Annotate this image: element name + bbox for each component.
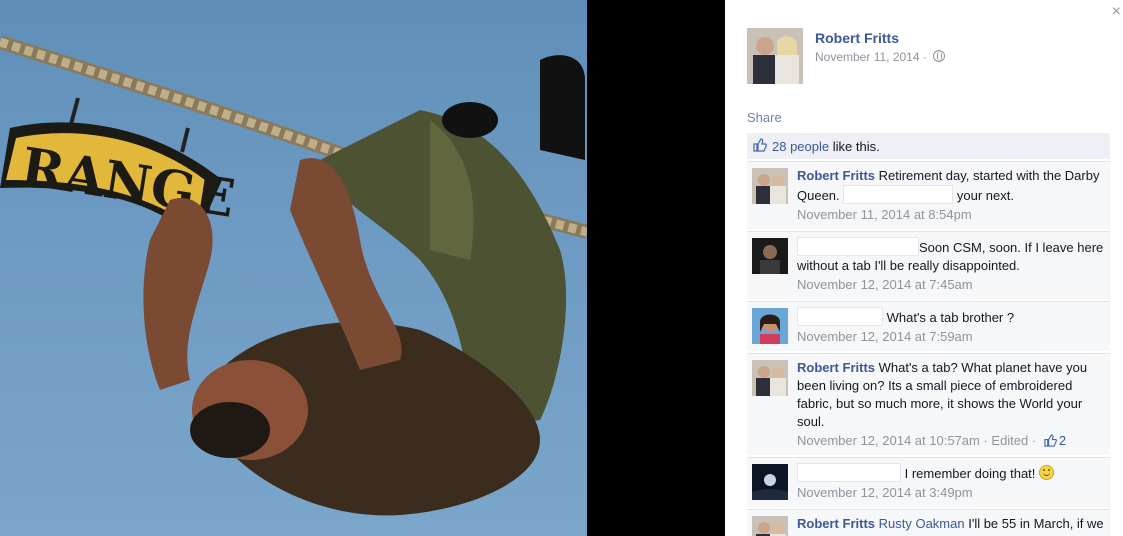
comment-text: I remember doing that!	[901, 466, 1040, 481]
globe-icon	[933, 50, 946, 62]
comment-time[interactable]: November 12, 2014 at 3:49pm	[797, 485, 973, 500]
photo-viewer: RANGE	[0, 0, 725, 536]
commenter-avatar[interactable]	[752, 168, 788, 204]
redacted-name	[843, 185, 954, 204]
comment-time[interactable]: November 12, 2014 at 7:45am	[797, 277, 973, 292]
post-photo[interactable]: RANGE	[0, 0, 587, 536]
comment-meta: November 12, 2014 at 3:49pm	[797, 484, 1104, 502]
comment-text: your next.	[953, 188, 1014, 203]
comment-time[interactable]: November 11, 2014 at 8:54pm	[797, 207, 972, 222]
post-sidebar: × Robert Fritts November 11, 2014 · Shar…	[725, 0, 1123, 536]
date-separator: ·	[922, 50, 927, 64]
commenter-avatar[interactable]	[752, 238, 788, 274]
avatar-image	[752, 464, 788, 500]
like-thumb-icon	[1044, 434, 1057, 447]
photo-illustration: RANGE	[0, 35, 587, 516]
comment-author[interactable]: Robert Fritts	[797, 516, 875, 531]
comment-text: What's a tab brother ?	[883, 310, 1015, 325]
close-icon[interactable]: ×	[1112, 4, 1121, 20]
likes-suffix: like this.	[829, 139, 880, 154]
comment-body: Soon CSM, soon. If I leave here without …	[797, 237, 1104, 275]
avatar-image	[747, 28, 803, 84]
likes-summary: 28 people like this.	[747, 133, 1110, 159]
comment-body: Robert Fritts Rusty Oakman I'll be 55 in…	[797, 515, 1104, 536]
comment-meta: November 12, 2014 at 10:57am · Edited · …	[797, 432, 1104, 450]
commenter-avatar[interactable]	[752, 308, 788, 344]
avatar-image	[752, 516, 788, 536]
post-date: November 11, 2014 ·	[815, 50, 946, 64]
comment: What's a tab brother ? November 12, 2014…	[747, 301, 1110, 351]
comment-time[interactable]: November 12, 2014 at 10:57am	[797, 433, 980, 448]
smile-emoji-icon	[1039, 465, 1055, 480]
comment-meta: November 11, 2014 at 8:54pm	[797, 206, 1104, 224]
edited-label[interactable]: · Edited ·	[980, 433, 1040, 448]
redacted-name	[797, 307, 883, 326]
avatar-image	[752, 238, 788, 274]
post-author[interactable]: Robert Fritts	[815, 30, 899, 46]
tagged-user[interactable]: Rusty Oakman	[879, 516, 965, 531]
comment: Robert Fritts What's a tab? What planet …	[747, 353, 1110, 455]
author-avatar[interactable]	[747, 28, 803, 84]
comment: Robert Fritts Retirement day, started wi…	[747, 161, 1110, 229]
comment-author[interactable]: Robert Fritts	[797, 360, 875, 375]
commenter-avatar[interactable]	[752, 360, 788, 396]
avatar-image	[752, 360, 788, 396]
like-thumb-icon	[753, 138, 767, 152]
comment-meta: November 12, 2014 at 7:45am	[797, 276, 1104, 294]
comment-body: Robert Fritts Retirement day, started wi…	[797, 167, 1104, 205]
post-date-text[interactable]: November 11, 2014	[815, 50, 920, 64]
comment-body: Robert Fritts What's a tab? What planet …	[797, 359, 1104, 431]
avatar-image	[752, 168, 788, 204]
likes-people-link[interactable]: 28 people	[772, 139, 829, 154]
likes-text: 28 people like this.	[772, 139, 880, 154]
commenter-avatar[interactable]	[752, 516, 788, 536]
avatar-image	[752, 308, 788, 344]
share-link[interactable]: Share	[747, 110, 782, 125]
comment-body: What's a tab brother ?	[797, 307, 1104, 327]
post-header: Robert Fritts November 11, 2014 ·	[747, 28, 1107, 84]
comment-meta: November 12, 2014 at 7:59am	[797, 328, 1104, 346]
comment: I remember doing that! November 12, 2014…	[747, 457, 1110, 507]
comment-like-count[interactable]: 2	[1059, 433, 1066, 448]
commenter-avatar[interactable]	[752, 464, 788, 500]
comment-list: Robert Fritts Retirement day, started wi…	[747, 161, 1110, 536]
comment-time[interactable]: November 12, 2014 at 7:59am	[797, 329, 973, 344]
redacted-name	[797, 237, 919, 256]
comment-author[interactable]: Robert Fritts	[797, 168, 875, 183]
redacted-name	[797, 463, 901, 482]
comment: Soon CSM, soon. If I leave here without …	[747, 231, 1110, 299]
comment-body: I remember doing that!	[797, 463, 1104, 483]
comment: Robert Fritts Rusty Oakman I'll be 55 in…	[747, 509, 1110, 536]
